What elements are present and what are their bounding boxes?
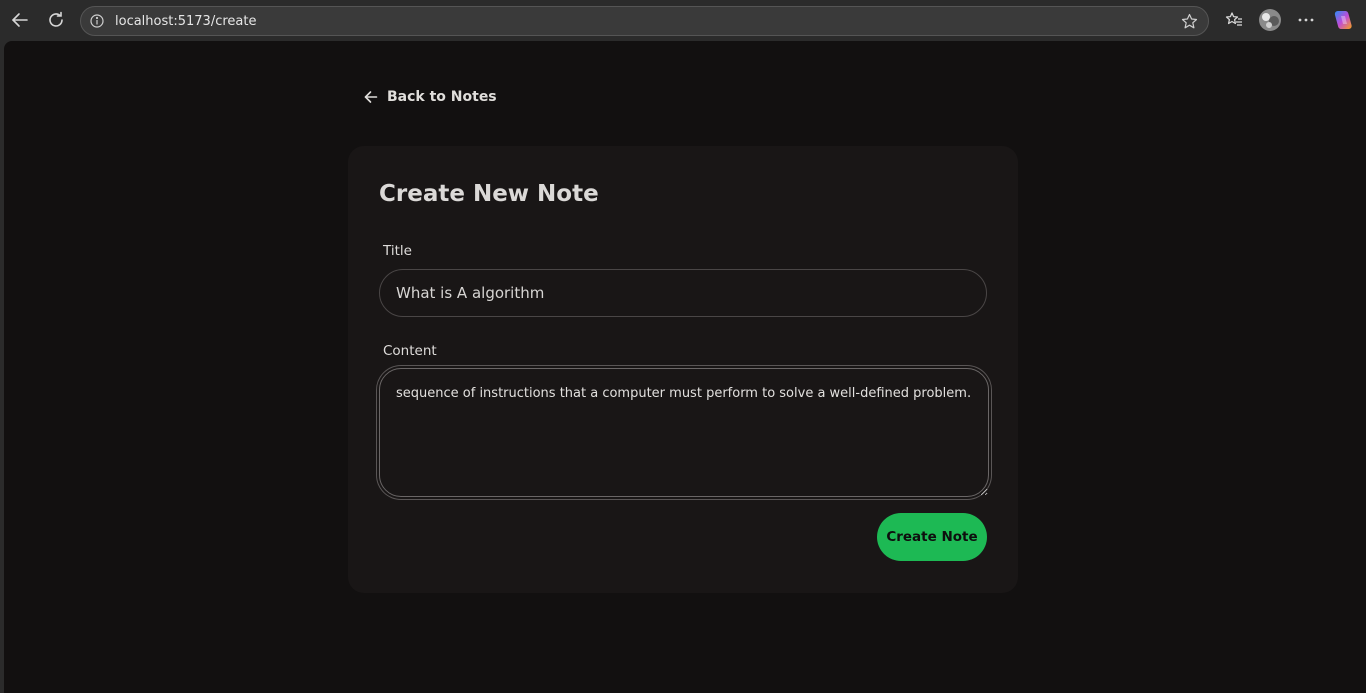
- browser-refresh-button[interactable]: [45, 9, 67, 31]
- page-title: Create New Note: [379, 181, 599, 207]
- back-link-label: Back to Notes: [387, 89, 497, 105]
- content-textarea[interactable]: sequence of instructions that a computer…: [379, 368, 989, 497]
- title-input[interactable]: [379, 269, 987, 317]
- create-note-card: Create New Note Title Content sequence o…: [348, 146, 1018, 593]
- copilot-icon: [1334, 11, 1352, 29]
- page-viewport: Back to Notes Create New Note Title Cont…: [4, 41, 1366, 693]
- content-label: Content: [383, 343, 437, 359]
- title-label: Title: [383, 243, 412, 259]
- info-icon: [90, 14, 104, 28]
- arrow-left-icon: [364, 91, 378, 103]
- favorites-icon: [1225, 12, 1242, 26]
- back-to-notes-link[interactable]: Back to Notes: [364, 86, 497, 108]
- browser-toolbar: localhost:5173/create: [0, 0, 1366, 41]
- favorites-button[interactable]: [1223, 9, 1245, 31]
- address-bar[interactable]: localhost:5173/create: [80, 6, 1209, 36]
- create-note-button[interactable]: Create Note: [877, 513, 987, 561]
- profile-avatar[interactable]: [1258, 8, 1282, 32]
- refresh-icon: [49, 11, 63, 27]
- copilot-button[interactable]: [1331, 8, 1355, 32]
- avatar-icon: [1259, 9, 1281, 31]
- address-text: localhost:5173/create: [115, 14, 257, 29]
- more-options-button[interactable]: [1295, 9, 1317, 31]
- star-icon[interactable]: [1181, 13, 1198, 30]
- arrow-left-icon: [12, 13, 28, 27]
- browser-back-button[interactable]: [9, 9, 31, 31]
- more-horizontal-icon: [1298, 18, 1314, 22]
